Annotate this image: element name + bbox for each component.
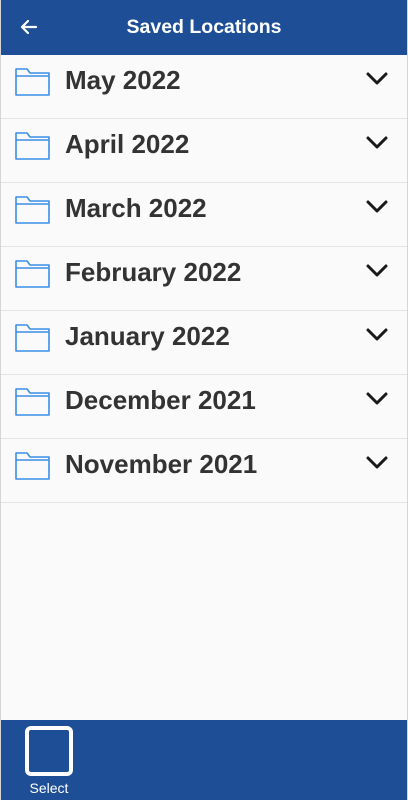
screen: Saved Locations May 2022 April 2022 Marc…	[0, 0, 408, 800]
folder-icon	[15, 260, 50, 288]
folder-label: February 2022	[65, 257, 242, 287]
back-button[interactable]	[11, 8, 47, 46]
folder-list: May 2022 April 2022 March 2022 February …	[1, 55, 407, 503]
folder-icon	[15, 68, 50, 96]
folder-row-january-2022[interactable]: January 2022	[1, 311, 407, 375]
app-bar: Saved Locations	[1, 0, 407, 55]
page-title: Saved Locations	[126, 16, 282, 38]
select-checkbox-icon	[29, 730, 69, 772]
folder-row-march-2022[interactable]: March 2022	[1, 183, 407, 247]
folder-icon	[15, 132, 50, 160]
folder-icon	[15, 196, 50, 224]
chevron-down-icon[interactable]	[365, 197, 389, 217]
folder-row-may-2022[interactable]: May 2022	[1, 55, 407, 119]
chevron-down-icon[interactable]	[365, 389, 389, 409]
folder-icon	[15, 324, 50, 352]
chevron-down-icon[interactable]	[365, 69, 389, 89]
folder-icon	[15, 452, 50, 480]
folder-label: November 2021	[65, 449, 258, 479]
folder-row-april-2022[interactable]: April 2022	[1, 119, 407, 183]
bottom-bar: Select	[1, 720, 407, 800]
chevron-down-icon[interactable]	[365, 261, 389, 281]
folder-label: January 2022	[65, 321, 230, 351]
chevron-down-icon[interactable]	[365, 133, 389, 153]
select-label: Select	[29, 780, 69, 796]
folder-label: December 2021	[65, 385, 256, 415]
folder-icon	[15, 388, 50, 416]
folder-row-december-2021[interactable]: December 2021	[1, 375, 407, 439]
folder-label: April 2022	[65, 129, 190, 159]
select-button[interactable]	[25, 726, 73, 776]
folder-row-february-2022[interactable]: February 2022	[1, 247, 407, 311]
chevron-down-icon[interactable]	[365, 325, 389, 345]
arrow-left-icon	[20, 19, 38, 35]
chevron-down-icon[interactable]	[365, 453, 389, 473]
folder-label: March 2022	[65, 193, 207, 223]
folder-label: May 2022	[65, 65, 181, 95]
folder-row-november-2021[interactable]: November 2021	[1, 439, 407, 503]
